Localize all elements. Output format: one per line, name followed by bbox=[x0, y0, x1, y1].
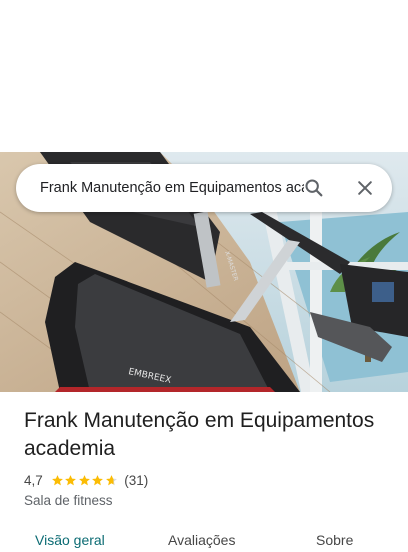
search-bar[interactable]: Frank Manutenção em Equipamentos academi… bbox=[16, 164, 392, 212]
place-title: Frank Manutenção em Equipamentos academi… bbox=[24, 409, 375, 460]
place-category[interactable]: Sala de fitness bbox=[24, 492, 113, 510]
star-icon bbox=[92, 474, 104, 485]
rating-row[interactable]: 4,7 (31) bbox=[24, 471, 148, 489]
rating-value: 4,7 bbox=[24, 472, 43, 488]
star-icon bbox=[65, 474, 77, 485]
tab-reviews[interactable]: Avaliações bbox=[168, 532, 235, 548]
close-icon[interactable] bbox=[353, 176, 377, 200]
search-icon[interactable] bbox=[302, 176, 326, 200]
star-icon bbox=[78, 474, 90, 485]
place-tabs: Visão geral Avaliações Sobre bbox=[0, 528, 408, 552]
rating-stars bbox=[51, 474, 119, 487]
search-input[interactable]: Frank Manutenção em Equipamentos academi… bbox=[40, 178, 304, 198]
star-icon bbox=[105, 474, 117, 485]
star-icon bbox=[51, 474, 63, 485]
tab-overview[interactable]: Visão geral bbox=[35, 532, 105, 548]
review-count[interactable]: (31) bbox=[124, 473, 148, 488]
tab-about[interactable]: Sobre bbox=[316, 532, 353, 548]
